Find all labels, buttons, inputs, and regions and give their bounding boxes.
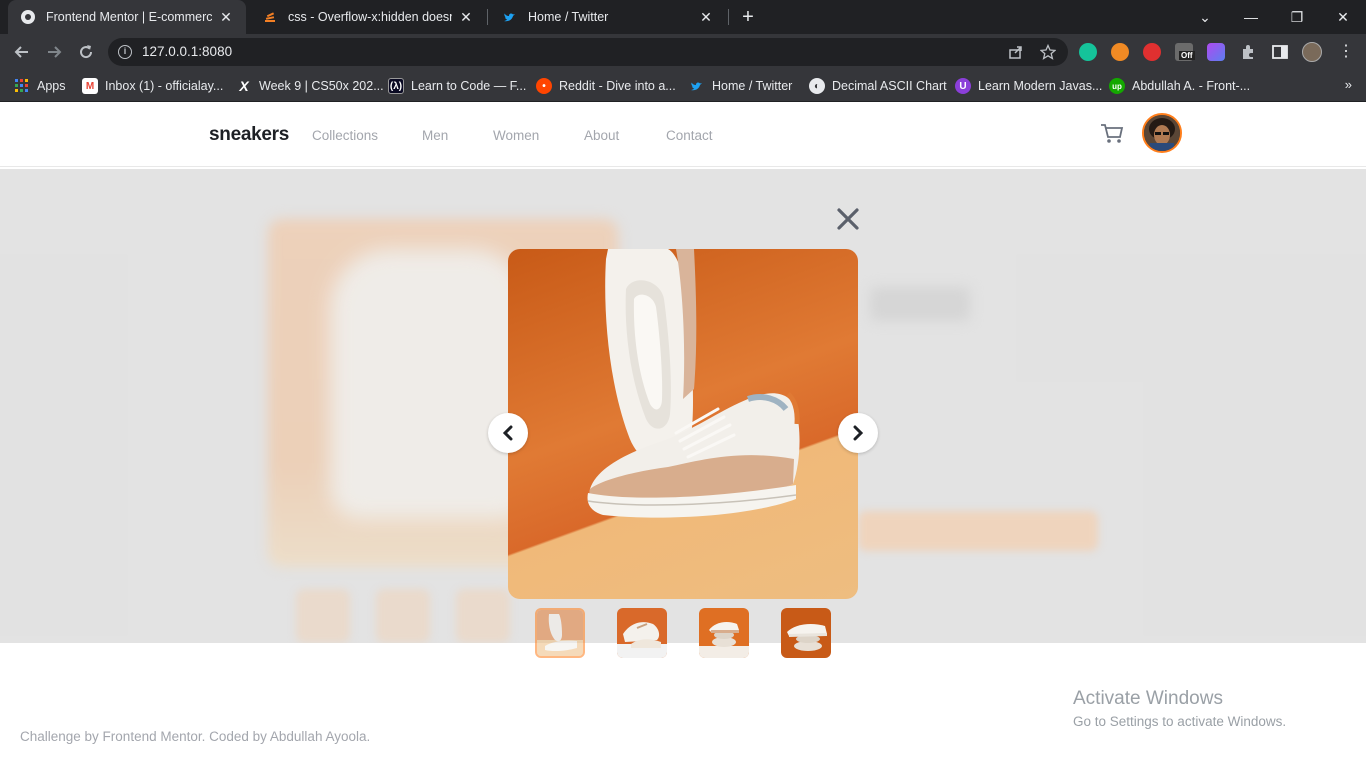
tab-title: css - Overflow-x:hidden doesn't p	[288, 10, 452, 24]
bookmark-cs50[interactable]: X Week 9 | CS50x 202...	[236, 77, 384, 95]
restore-button[interactable]: ❐	[1274, 0, 1320, 34]
bookmark-upwork[interactable]: up Abdullah A. - Front-...	[1109, 77, 1250, 95]
nav-collections[interactable]: Collections	[312, 128, 378, 143]
tab-title: Home / Twitter	[528, 10, 609, 24]
gmail-icon: M	[82, 78, 98, 94]
lightbox-close-icon[interactable]	[836, 207, 860, 231]
bookmark-label: Apps	[37, 79, 66, 93]
cs50-x-icon: X	[239, 78, 249, 94]
side-panel-icon[interactable]	[1271, 43, 1289, 61]
tab-separator	[728, 9, 729, 25]
bookmark-reddit[interactable]: • Reddit - Dive into a...	[536, 77, 676, 95]
tab-stackoverflow[interactable]: css - Overflow-x:hidden doesn't p ✕	[250, 0, 486, 34]
site-info-icon[interactable]: i	[118, 45, 132, 59]
udemy-icon: U	[955, 78, 971, 94]
lightbox-thumbnail-4[interactable]	[781, 608, 831, 658]
close-window-button[interactable]: ✕	[1320, 0, 1366, 34]
bookmark-ascii-chart[interactable]: ◐ Decimal ASCII Chart	[809, 77, 947, 95]
tab-frontend-mentor[interactable]: Frontend Mentor | E-commerce p ✕	[8, 0, 246, 34]
nav-men[interactable]: Men	[422, 128, 448, 143]
site-header: sneakers Collections Men Women About Con…	[0, 103, 1366, 167]
lightbox-thumbnail-3[interactable]	[699, 608, 749, 658]
tab-title: Frontend Mentor | E-commerce p	[46, 10, 212, 24]
tab-twitter[interactable]: Home / Twitter ✕	[490, 0, 726, 34]
close-tab-icon[interactable]: ✕	[458, 9, 474, 26]
close-tab-icon[interactable]: ✕	[218, 9, 234, 26]
page-viewport: sneakers Collections Men Women About Con…	[0, 103, 1366, 768]
bookmark-freecodecamp[interactable]: (λ) Learn to Code — F...	[388, 77, 526, 95]
address-bar[interactable]: i 127.0.0.1:8080	[108, 38, 1068, 66]
more-bookmarks-icon[interactable]: »	[1345, 77, 1352, 92]
bookmark-label: Home / Twitter	[712, 79, 793, 93]
twitter-icon	[689, 78, 705, 94]
lightbox-thumbnail-1[interactable]	[535, 608, 585, 658]
orange-extension-icon[interactable]	[1111, 43, 1129, 61]
nav-contact[interactable]: Contact	[666, 128, 713, 143]
lightbox-thumbnail-2[interactable]	[617, 608, 667, 658]
windows-activation-watermark: Activate Windows Go to Settings to activ…	[1073, 688, 1286, 729]
bookmark-label: Decimal ASCII Chart	[832, 79, 947, 93]
globe-icon: ◐	[809, 78, 825, 94]
profile-avatar-icon[interactable]	[1302, 42, 1322, 62]
menu-kebab-icon[interactable]: ⋮	[1337, 43, 1355, 61]
tab-separator	[487, 9, 488, 25]
bookmark-label: Inbox (1) - officialay...	[105, 79, 224, 93]
bookmarks-bar: Apps M Inbox (1) - officialay... X Week …	[0, 70, 1366, 102]
nav-about[interactable]: About	[584, 128, 619, 143]
reload-button[interactable]	[74, 40, 98, 64]
watermark-title: Activate Windows	[1073, 688, 1223, 709]
purple-extension-icon[interactable]	[1207, 43, 1225, 61]
extensions-puzzle-icon[interactable]	[1239, 43, 1257, 61]
bookmark-gmail[interactable]: M Inbox (1) - officialay...	[82, 77, 223, 95]
forward-button[interactable]	[42, 40, 66, 64]
user-avatar[interactable]	[1142, 113, 1182, 153]
footer-attribution: Challenge by Frontend Mentor. Coded by A…	[20, 729, 371, 744]
apps-grid-icon	[14, 78, 30, 94]
browser-toolbar: i 127.0.0.1:8080 Off ⋮	[0, 34, 1366, 70]
nav-women[interactable]: Women	[493, 128, 539, 143]
new-tab-button[interactable]: +	[738, 7, 758, 27]
cart-icon[interactable]	[1100, 123, 1124, 145]
previous-image-button[interactable]	[488, 413, 528, 453]
chevron-right-icon	[853, 425, 864, 441]
off-extension-icon[interactable]: Off	[1175, 43, 1195, 61]
bookmark-apps[interactable]: Apps	[14, 77, 66, 95]
bookmark-modern-js[interactable]: U Learn Modern Javas...	[955, 77, 1102, 95]
chevron-left-icon	[502, 425, 513, 441]
frontend-mentor-favicon-icon	[20, 9, 36, 25]
reddit-icon: •	[536, 78, 552, 94]
bookmark-twitter[interactable]: Home / Twitter	[689, 77, 792, 95]
bookmark-label: Abdullah A. - Front-...	[1132, 79, 1251, 93]
site-logo[interactable]: sneakers	[209, 124, 289, 146]
upwork-icon: up	[1109, 78, 1125, 94]
share-icon[interactable]	[1008, 44, 1024, 60]
lightbox-main-image	[508, 249, 858, 599]
back-button[interactable]	[10, 40, 34, 64]
close-tab-icon[interactable]: ✕	[698, 9, 714, 26]
bookmark-label: Week 9 | CS50x 202...	[259, 79, 384, 93]
browser-tabstrip: Frontend Mentor | E-commerce p ✕ css - O…	[0, 0, 1366, 34]
stackoverflow-icon	[262, 9, 278, 25]
tab-search-icon[interactable]: ⌄	[1182, 0, 1228, 34]
watermark-subtitle: Go to Settings to activate Windows.	[1073, 714, 1287, 729]
extension-badge: Off	[1179, 51, 1195, 60]
stop-extension-icon[interactable]	[1143, 43, 1161, 61]
bookmark-star-icon[interactable]	[1039, 43, 1057, 60]
bookmark-label: Reddit - Dive into a...	[559, 79, 676, 93]
minimize-button[interactable]: —	[1228, 0, 1274, 34]
twitter-icon	[502, 9, 518, 25]
next-image-button[interactable]	[838, 413, 878, 453]
grammarly-extension-icon[interactable]	[1079, 43, 1097, 61]
bookmark-label: Learn Modern Javas...	[978, 79, 1103, 93]
bookmark-label: Learn to Code — F...	[411, 79, 527, 93]
url-text: 127.0.0.1:8080	[142, 44, 233, 59]
freecodecamp-icon: (λ)	[388, 78, 404, 94]
